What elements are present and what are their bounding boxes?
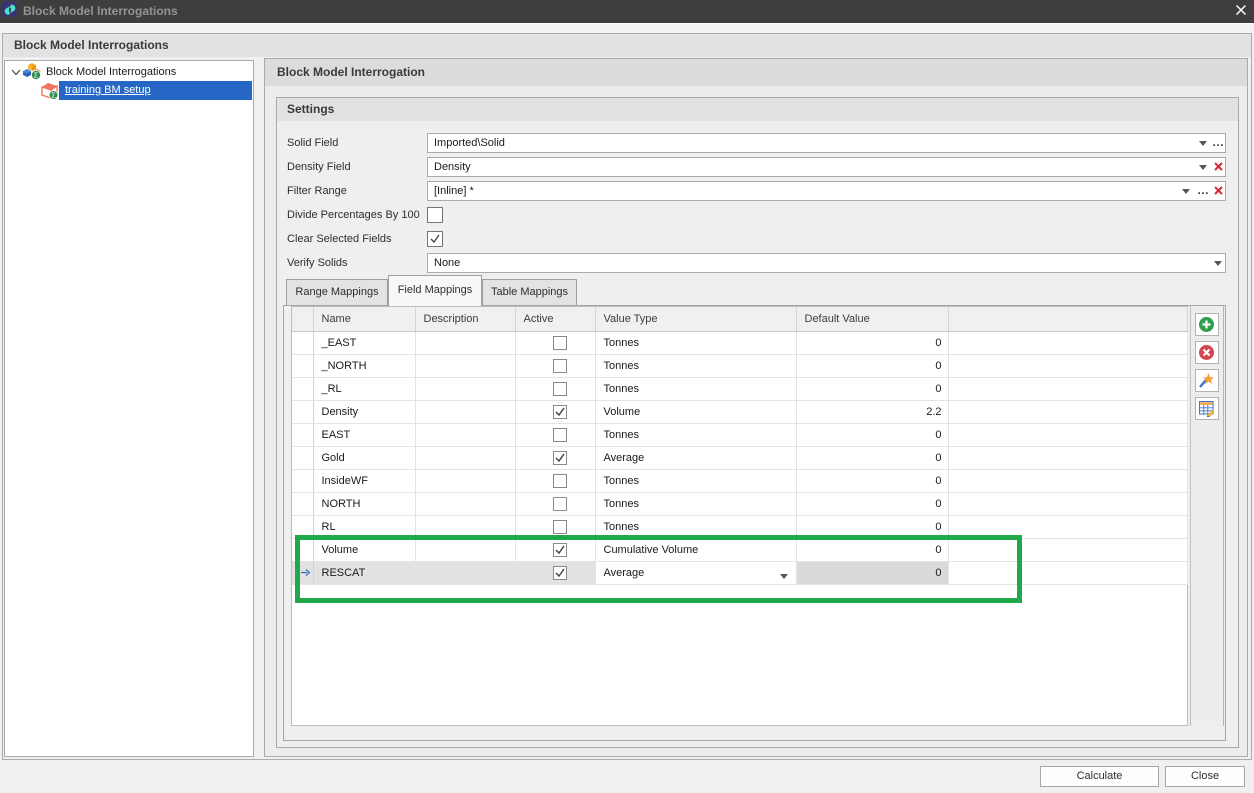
svg-text:Σ: Σ (34, 73, 39, 80)
svg-text:Σ: Σ (51, 93, 56, 100)
